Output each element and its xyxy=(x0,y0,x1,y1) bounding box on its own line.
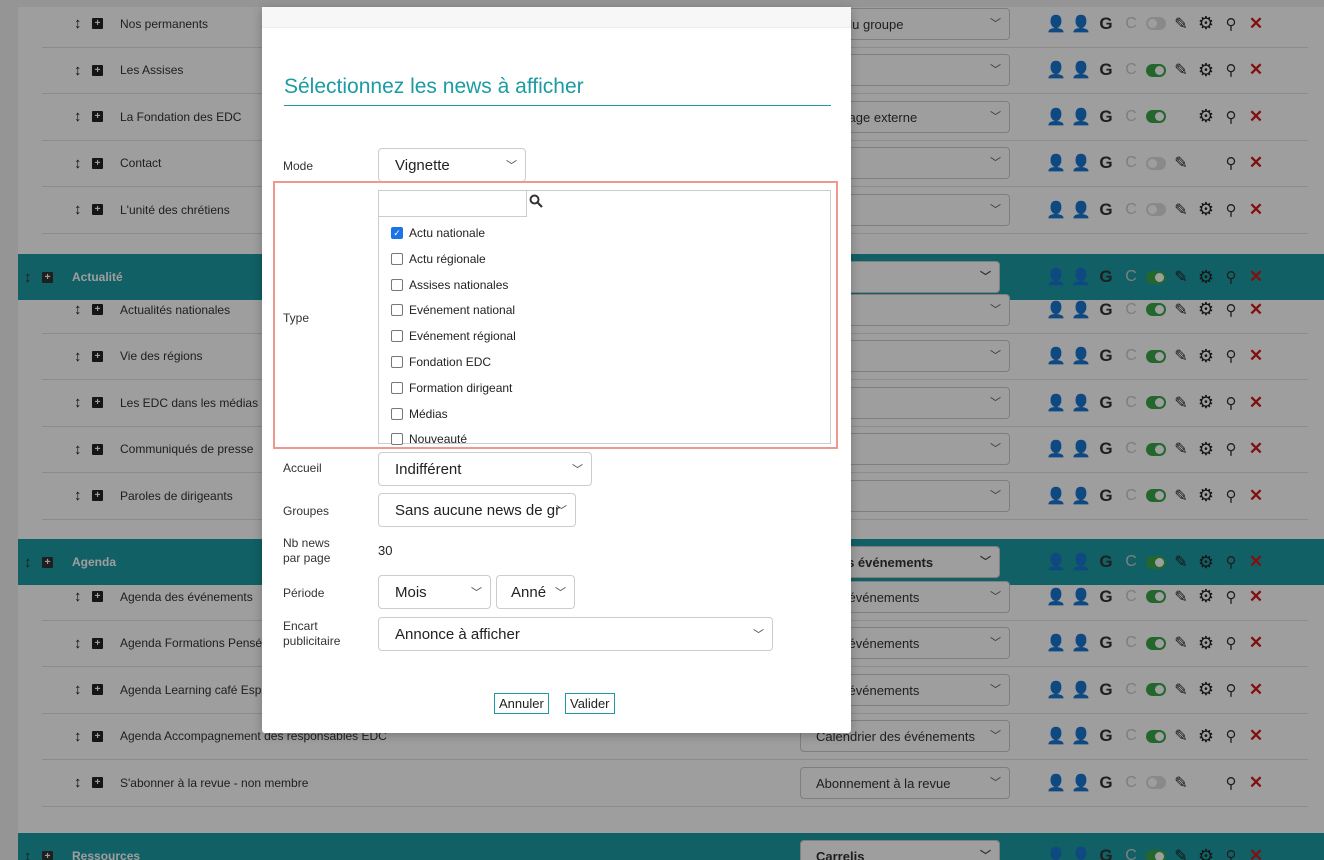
type-option-label: Actu nationale xyxy=(409,226,486,240)
cancel-button[interactable]: Annuler xyxy=(494,693,549,714)
type-option[interactable]: Fondation EDC xyxy=(391,353,491,371)
encart-select[interactable]: Annonce à afficher ﹀ xyxy=(378,617,773,651)
type-option-checkbox[interactable] xyxy=(391,407,403,420)
groupes-select-value: Sans aucune news de gr xyxy=(395,502,561,519)
chevron-down-icon: ﹀ xyxy=(556,505,567,517)
type-option-checkbox[interactable] xyxy=(391,278,403,291)
type-option[interactable]: Médias xyxy=(391,405,448,423)
type-option-label: Evénement régional xyxy=(409,329,516,344)
groupes-select[interactable]: Sans aucune news de gr ﹀ xyxy=(378,493,576,527)
search-icon[interactable] xyxy=(529,194,543,212)
type-option-label: Fondation EDC xyxy=(409,355,492,369)
mode-select[interactable]: Vignette ﹀ xyxy=(378,148,526,182)
news-selection-modal: Sélectionnez les news à afficher Mode Vi… xyxy=(262,7,851,733)
type-option-label: Formation dirigeant xyxy=(409,380,513,395)
type-option-label: Médias xyxy=(409,406,448,421)
type-option-label: Nouveauté xyxy=(409,432,468,447)
encart-label-line1: Encart xyxy=(283,619,318,633)
encart-label-line2: publicitaire xyxy=(283,634,341,648)
periode-label: Période xyxy=(283,586,325,600)
periode-month-value: Mois xyxy=(395,584,427,601)
type-option[interactable]: ✓ Actu nationale xyxy=(391,224,485,242)
accueil-label: Accueil xyxy=(283,461,322,475)
type-option-label: Evénement national xyxy=(409,303,516,318)
nb-news-label-line2: par page xyxy=(283,551,331,565)
type-option-checkbox[interactable] xyxy=(391,433,403,446)
chevron-down-icon: ﹀ xyxy=(506,160,517,172)
type-search-input[interactable] xyxy=(379,191,527,217)
title-divider xyxy=(284,105,831,106)
mode-label: Mode xyxy=(283,159,314,173)
periode-year-value: Anné xyxy=(511,584,547,601)
accueil-select[interactable]: Indifférent ﹀ xyxy=(378,452,592,486)
modal-header-bar xyxy=(262,7,851,28)
accueil-select-value: Indifférent xyxy=(395,461,462,478)
type-option[interactable]: Evénement régional xyxy=(391,327,516,345)
type-option-checkbox[interactable]: ✓ xyxy=(391,227,403,239)
mode-select-value: Vignette xyxy=(395,157,450,174)
type-option-checkbox[interactable] xyxy=(391,381,403,394)
type-option-label: Actu régionale xyxy=(409,251,486,266)
type-option[interactable]: Formation dirigeant xyxy=(391,379,512,397)
chevron-down-icon: ﹀ xyxy=(471,587,482,599)
type-option-checkbox[interactable] xyxy=(391,356,403,368)
nb-news-value: 30 xyxy=(378,543,393,558)
type-checkbox-list[interactable]: ✓ Actu nationale Actu régionale Assises nat… xyxy=(378,190,831,446)
type-option-label: Assises nationales xyxy=(409,277,509,292)
nb-news-label-line1: Nb news xyxy=(283,536,330,550)
type-option-checkbox[interactable] xyxy=(391,252,403,265)
type-option[interactable]: Actu régionale xyxy=(391,250,486,268)
chevron-down-icon: ﹀ xyxy=(555,587,566,599)
chevron-down-icon: ﹀ xyxy=(572,464,583,476)
modal-title: Sélectionnez les news à afficher xyxy=(284,75,584,98)
type-option-checkbox[interactable] xyxy=(391,330,403,343)
type-option-checkbox[interactable] xyxy=(391,304,403,317)
type-option[interactable]: Nouveauté xyxy=(391,430,467,448)
periode-month-select[interactable]: Mois ﹀ xyxy=(378,575,491,609)
periode-year-select[interactable]: Anné ﹀ xyxy=(496,575,575,609)
type-option[interactable]: Assises nationales xyxy=(391,276,508,294)
validate-button[interactable]: Valider xyxy=(565,693,615,714)
chevron-down-icon: ﹀ xyxy=(753,629,764,641)
groupes-label: Groupes xyxy=(283,504,330,518)
encart-label: Encart publicitaire xyxy=(283,619,340,649)
encart-select-value: Annonce à afficher xyxy=(395,626,520,643)
type-option[interactable]: Evénement national xyxy=(391,301,515,319)
type-label: Type xyxy=(283,311,310,325)
nb-news-label: Nb news par page xyxy=(283,536,330,566)
